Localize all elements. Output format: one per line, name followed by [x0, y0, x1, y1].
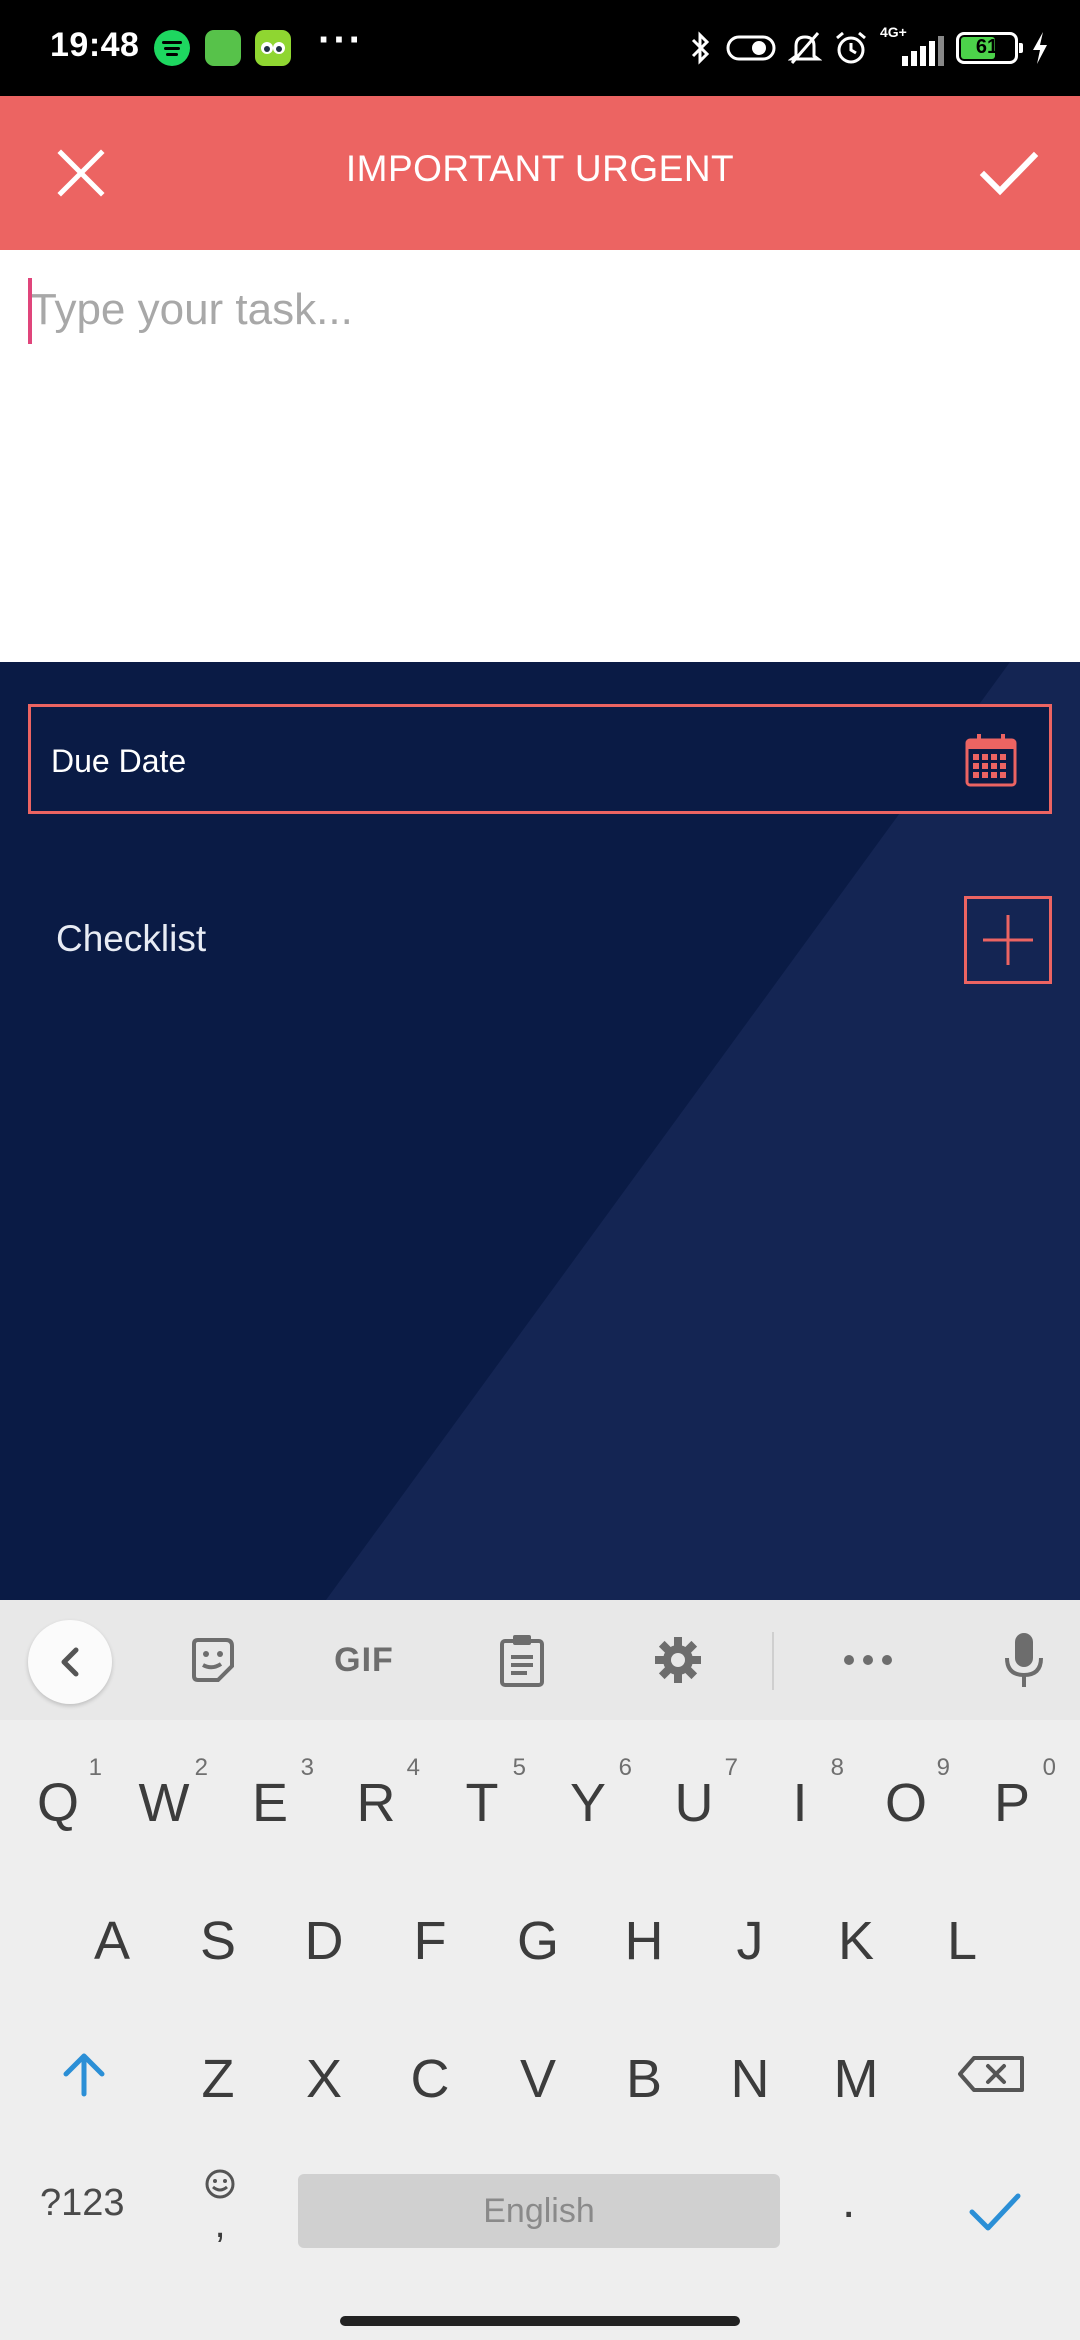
- key-k[interactable]: K: [808, 1880, 904, 1990]
- calendar-icon[interactable]: [965, 733, 1017, 787]
- check-icon: [979, 151, 1039, 196]
- charging-icon: [1033, 32, 1047, 64]
- shift-arrow-icon: [63, 2053, 105, 2097]
- key-r[interactable]: R4: [328, 1742, 424, 1852]
- toolbar-divider: [772, 1632, 774, 1690]
- key-t[interactable]: T5: [434, 1742, 530, 1852]
- emoji-icon: [205, 2169, 235, 2199]
- spacebar[interactable]: English: [298, 2174, 780, 2248]
- key-o[interactable]: O9: [858, 1742, 954, 1852]
- sticker-button[interactable]: [180, 1628, 244, 1692]
- sticker-icon: [192, 1638, 234, 1682]
- task-details-panel: Due Date Checklist: [0, 662, 1080, 1600]
- alarm-icon: [836, 31, 866, 64]
- more-icon: [844, 1655, 892, 1665]
- add-checklist-item-button[interactable]: [964, 896, 1052, 984]
- key-a[interactable]: A: [64, 1880, 160, 1990]
- cellular-signal-icon: 4G+: [880, 24, 944, 66]
- key-i[interactable]: I8: [752, 1742, 848, 1852]
- save-button[interactable]: [972, 136, 1046, 210]
- keyboard-settings-button[interactable]: [646, 1628, 710, 1692]
- emoji-comma-key[interactable]: ,: [200, 2168, 240, 2248]
- battery-icon: 61: [956, 32, 1023, 64]
- spotify-notification-icon: [154, 30, 190, 66]
- app-notification-icon: [205, 30, 241, 66]
- status-bar: 19:48 ··· 4G+ 61: [0, 0, 1080, 96]
- gear-icon: [655, 1637, 701, 1683]
- key-n[interactable]: N: [702, 2018, 798, 2128]
- key-c[interactable]: C: [382, 2018, 478, 2128]
- key-g[interactable]: G: [490, 1880, 586, 1990]
- key-v[interactable]: V: [490, 2018, 586, 2128]
- duolingo-notification-icon: [255, 30, 291, 66]
- bluetooth-icon: [691, 31, 710, 65]
- key-m[interactable]: M: [808, 2018, 904, 2128]
- key-z[interactable]: Z: [170, 2018, 266, 2128]
- shift-key[interactable]: [36, 2018, 132, 2128]
- due-date-field[interactable]: Due Date: [28, 704, 1052, 814]
- enter-key[interactable]: [946, 2160, 1042, 2270]
- task-input[interactable]: [30, 280, 1050, 340]
- keyboard-toolbar: GIF: [0, 1600, 1080, 1720]
- microphone-icon: [1005, 1633, 1043, 1687]
- task-input-area[interactable]: [0, 250, 1080, 662]
- voice-input-button[interactable]: [992, 1628, 1056, 1692]
- gif-button[interactable]: GIF: [322, 1628, 406, 1692]
- key-w[interactable]: W2: [116, 1742, 212, 1852]
- chevron-left-icon: [61, 1647, 79, 1677]
- app-bar: IMPORTANT URGENT: [0, 96, 1080, 250]
- key-s[interactable]: S: [170, 1880, 266, 1990]
- more-notifications-icon: ···: [318, 18, 364, 62]
- check-icon: [969, 2193, 1021, 2231]
- page-title: IMPORTANT URGENT: [345, 148, 735, 189]
- period-key[interactable]: .: [842, 2174, 855, 2229]
- status-time: 19:48: [50, 26, 140, 64]
- key-h[interactable]: H: [596, 1880, 692, 1990]
- key-u[interactable]: U7: [646, 1742, 742, 1852]
- key-l[interactable]: L: [914, 1880, 1010, 1990]
- due-date-label: Due Date: [51, 743, 187, 779]
- key-p[interactable]: P0: [964, 1742, 1060, 1852]
- clipboard-icon: [500, 1635, 544, 1687]
- plus-icon: [983, 915, 1033, 965]
- key-y[interactable]: Y6: [540, 1742, 636, 1852]
- key-j[interactable]: J: [702, 1880, 798, 1990]
- backspace-icon: [958, 2056, 1024, 2092]
- checklist-label: Checklist: [56, 918, 207, 959]
- key-q[interactable]: Q1: [10, 1742, 106, 1852]
- home-gesture-handle[interactable]: [340, 2316, 740, 2326]
- key-x[interactable]: X: [276, 2018, 372, 2128]
- key-b[interactable]: B: [596, 2018, 692, 2128]
- backspace-key[interactable]: [944, 2018, 1040, 2128]
- symbols-key[interactable]: ?123: [40, 2182, 125, 2225]
- key-f[interactable]: F: [382, 1880, 478, 1990]
- navigation-bar: [0, 2300, 1080, 2340]
- keyboard: GIF Q1 W2 E3 R4 T5 Y6 U7 I8 O9 P0 A S D …: [0, 1600, 1080, 2300]
- bell-off-icon: [788, 32, 822, 64]
- text-cursor: [28, 278, 32, 344]
- keyboard-collapse-button[interactable]: [28, 1620, 112, 1704]
- more-options-button[interactable]: [836, 1628, 900, 1692]
- clipboard-button[interactable]: [490, 1628, 554, 1692]
- key-d[interactable]: D: [276, 1880, 372, 1990]
- toggle-icon: [726, 35, 776, 61]
- key-e[interactable]: E3: [222, 1742, 318, 1852]
